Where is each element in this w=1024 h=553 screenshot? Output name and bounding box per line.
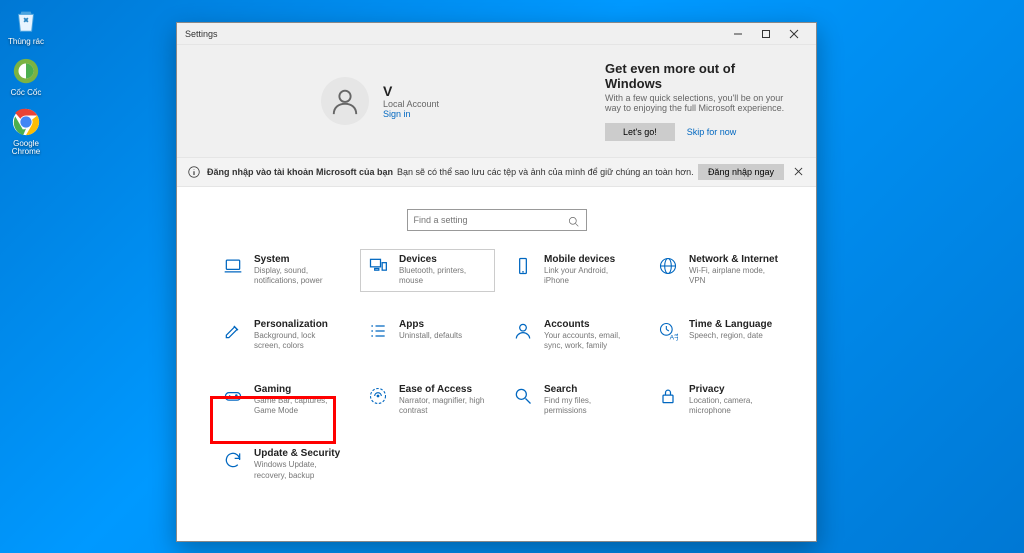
header-row: V Local Account Sign in Get even more ou… — [177, 45, 816, 157]
desktop-icon-label: Thùng rác — [8, 38, 44, 47]
profile-block[interactable]: V Local Account Sign in — [321, 61, 601, 141]
tile-gaming[interactable]: GamingGame Bar, captures, Game Mode — [215, 379, 350, 422]
tile-desc: Your accounts, email, sync, work, family — [544, 331, 633, 352]
tile-desc: Bluetooth, printers, mouse — [399, 266, 488, 287]
coccoc-icon — [10, 55, 42, 87]
tile-network-internet[interactable]: Network & InternetWi-Fi, airplane mode, … — [650, 249, 785, 292]
tile-desc: Windows Update, recovery, backup — [254, 460, 343, 481]
account-type: Local Account — [383, 99, 439, 109]
tile-search[interactable]: SearchFind my files, permissions — [505, 379, 640, 422]
tile-label: Ease of Access — [399, 384, 488, 395]
maximize-button[interactable] — [752, 24, 780, 44]
laptop-icon — [222, 254, 244, 276]
tile-label: Time & Language — [689, 319, 772, 330]
desktop-icon-recycle-bin[interactable]: Thùng rác — [4, 4, 48, 47]
close-button[interactable] — [780, 24, 808, 44]
signin-banner: Đăng nhập vào tài khoản Microsoft của bạ… — [177, 157, 816, 187]
titlebar: Settings — [177, 23, 816, 45]
tile-label: Devices — [399, 254, 488, 265]
desktop-icon-coccoc[interactable]: Cốc Cốc — [4, 55, 48, 98]
promo-block: Get even more out of Windows With a few … — [601, 61, 792, 141]
info-icon — [187, 165, 201, 179]
recycle-bin-icon — [10, 4, 42, 36]
sign-in-link[interactable]: Sign in — [383, 109, 439, 119]
tile-ease-of-access[interactable]: Ease of AccessNarrator, magnifier, high … — [360, 379, 495, 422]
desktop-icon-chrome[interactable]: Google Chrome — [4, 106, 48, 158]
settings-window: Settings V Local Account Sign in — [176, 22, 817, 542]
search-wrap — [177, 187, 816, 249]
tile-privacy[interactable]: PrivacyLocation, camera, microphone — [650, 379, 785, 422]
search-icon — [568, 214, 580, 226]
banner-bold: Đăng nhập vào tài khoản Microsoft của bạ… — [207, 167, 393, 177]
skip-link[interactable]: Skip for now — [687, 127, 737, 137]
tile-label: Personalization — [254, 319, 343, 330]
tile-desc: Game Bar, captures, Game Mode — [254, 396, 343, 417]
tile-desc: Display, sound, notifications, power — [254, 266, 343, 287]
lets-go-button[interactable]: Let's go! — [605, 123, 675, 141]
tile-desc: Background, lock screen, colors — [254, 331, 343, 352]
tile-desc: Uninstall, defaults — [399, 331, 462, 341]
tile-label: Gaming — [254, 384, 343, 395]
tile-mobile-devices[interactable]: Mobile devicesLink your Android, iPhone — [505, 249, 640, 292]
clock-lang-icon: A字 — [657, 319, 679, 341]
tile-update-security[interactable]: Update & SecurityWindows Update, recover… — [215, 443, 350, 486]
banner-text: Bạn sẽ có thể sao lưu các tệp và ảnh của… — [397, 167, 694, 177]
banner-login-button[interactable]: Đăng nhập ngay — [698, 164, 784, 180]
tile-system[interactable]: SystemDisplay, sound, notifications, pow… — [215, 249, 350, 292]
phone-icon — [512, 254, 534, 276]
tile-accounts[interactable]: AccountsYour accounts, email, sync, work… — [505, 314, 640, 357]
apps-icon — [367, 319, 389, 341]
banner-close-icon[interactable] — [790, 167, 806, 178]
lock-icon — [657, 384, 679, 406]
desktop-icon-label: Cốc Cốc — [11, 89, 42, 98]
tile-label: Update & Security — [254, 448, 343, 459]
avatar — [321, 77, 369, 125]
category-grid: SystemDisplay, sound, notifications, pow… — [177, 249, 816, 486]
globe-icon — [657, 254, 679, 276]
tile-label: System — [254, 254, 343, 265]
svg-text:A字: A字 — [670, 332, 678, 341]
desktop-icons: Thùng rác Cốc Cốc Google Chrome — [4, 4, 48, 157]
tile-label: Apps — [399, 319, 462, 330]
update-icon — [222, 448, 244, 470]
tile-personalization[interactable]: PersonalizationBackground, lock screen, … — [215, 314, 350, 357]
search-box[interactable] — [407, 209, 587, 231]
tile-label: Privacy — [689, 384, 778, 395]
tile-label: Network & Internet — [689, 254, 778, 265]
tile-apps[interactable]: AppsUninstall, defaults — [360, 314, 495, 357]
window-title: Settings — [185, 29, 218, 39]
chrome-icon — [10, 106, 42, 138]
tile-time-language[interactable]: A字 Time & LanguageSpeech, region, date — [650, 314, 785, 357]
person-icon — [512, 319, 534, 341]
tile-label: Accounts — [544, 319, 633, 330]
tile-label: Search — [544, 384, 633, 395]
tile-desc: Location, camera, microphone — [689, 396, 778, 417]
desktop-icon-label: Google Chrome — [4, 140, 48, 158]
tile-devices[interactable]: DevicesBluetooth, printers, mouse — [360, 249, 495, 292]
tile-desc: Link your Android, iPhone — [544, 266, 633, 287]
paint-icon — [222, 319, 244, 341]
tile-desc: Narrator, magnifier, high contrast — [399, 396, 488, 417]
promo-subtitle: With a few quick selections, you'll be o… — [605, 93, 792, 113]
tile-desc: Speech, region, date — [689, 331, 772, 341]
tile-desc: Wi-Fi, airplane mode, VPN — [689, 266, 778, 287]
profile-name: V — [383, 83, 439, 99]
promo-title: Get even more out of Windows — [605, 61, 792, 91]
devices-icon — [367, 254, 389, 276]
gaming-icon — [222, 384, 244, 406]
tile-desc: Find my files, permissions — [544, 396, 633, 417]
minimize-button[interactable] — [724, 24, 752, 44]
search-cat-icon — [512, 384, 534, 406]
tile-label: Mobile devices — [544, 254, 633, 265]
ease-icon — [367, 384, 389, 406]
search-input[interactable] — [414, 215, 568, 225]
